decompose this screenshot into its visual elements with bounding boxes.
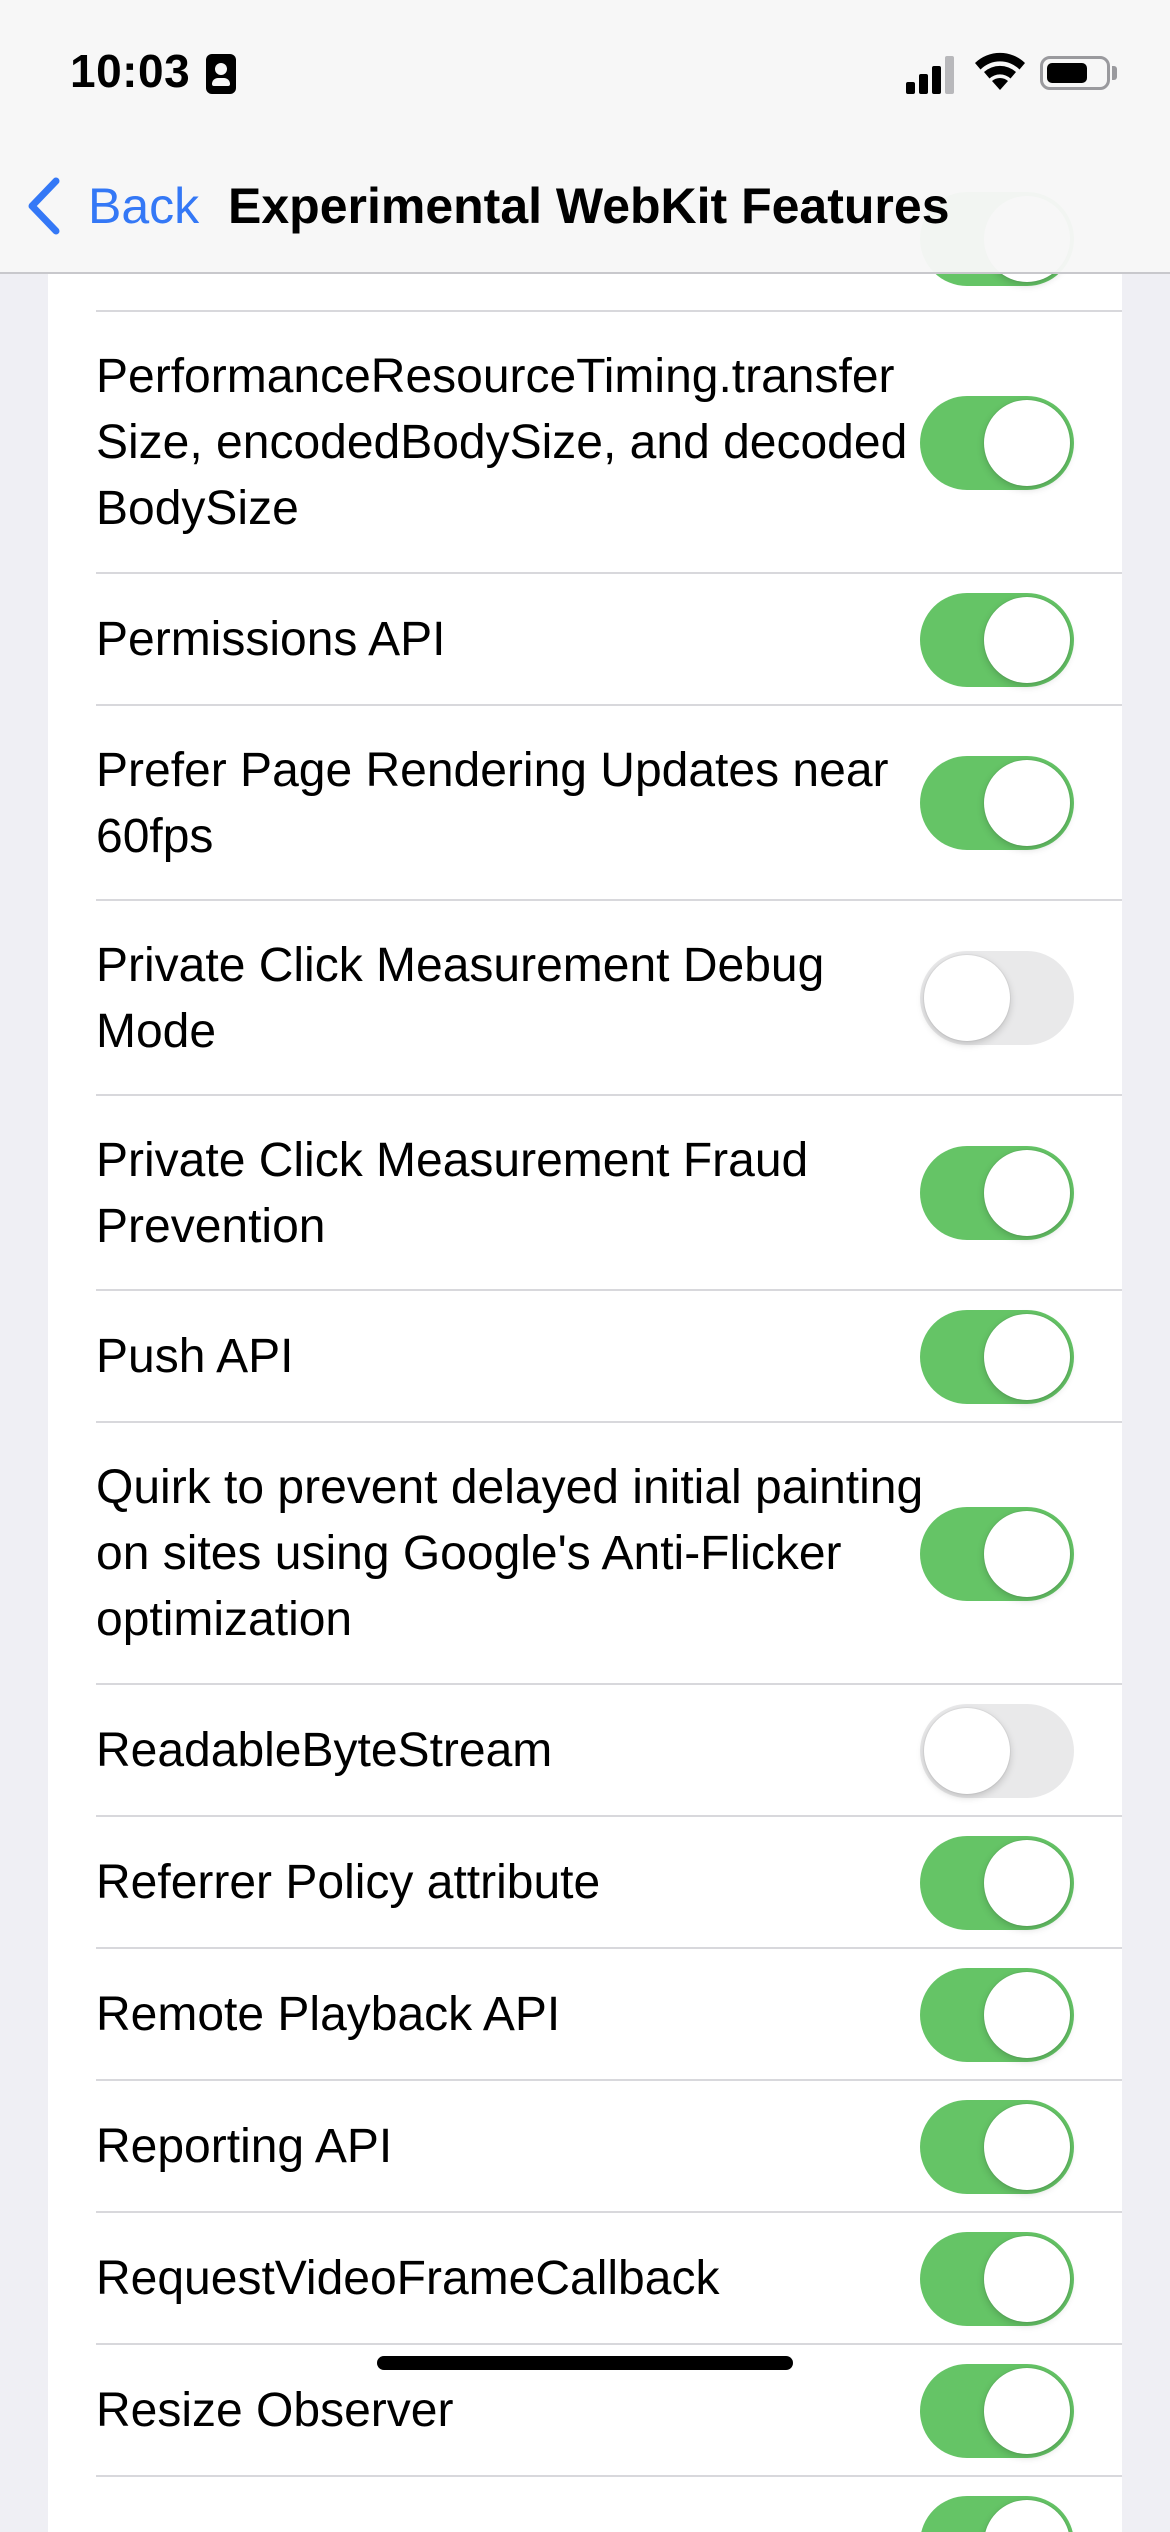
- setting-row[interactable]: [48, 2477, 1122, 2532]
- setting-row[interactable]: Reporting API: [48, 2081, 1122, 2213]
- toggle-knob: [984, 2500, 1070, 2532]
- contact-card-icon: [206, 54, 236, 94]
- setting-row[interactable]: Permissions API: [48, 574, 1122, 706]
- status-time: 10:03: [70, 45, 191, 97]
- setting-label: Reporting API: [96, 2120, 393, 2173]
- toggle-knob: [984, 1840, 1070, 1926]
- toggle-knob: [984, 2368, 1070, 2454]
- battery-level: [1047, 63, 1087, 83]
- toggle-knob: [984, 1314, 1070, 1400]
- setting-toggle[interactable]: [920, 1507, 1074, 1601]
- setting-label: Prefer Page Rendering Updates near 60fps: [96, 744, 889, 863]
- settings-list: PerformanceResourceTiming.transferSize, …: [48, 140, 1122, 2532]
- setting-toggle[interactable]: [920, 2364, 1074, 2458]
- setting-label: Push API: [96, 1330, 294, 1383]
- setting-toggle[interactable]: [920, 396, 1074, 490]
- setting-label: RequestVideoFrameCallback: [96, 2252, 720, 2305]
- setting-toggle[interactable]: [920, 951, 1074, 1045]
- setting-toggle[interactable]: [920, 1968, 1074, 2062]
- setting-row[interactable]: Private Click Measurement Debug Mode: [48, 901, 1122, 1096]
- setting-label: Private Click Measurement Debug Mode: [96, 939, 825, 1058]
- setting-label: PerformanceResourceTiming.transferSize, …: [96, 350, 908, 535]
- page-title: Experimental WebKit Features: [228, 178, 950, 234]
- setting-row[interactable]: Remote Playback API: [48, 1949, 1122, 2081]
- toggle-knob: [984, 1150, 1070, 1236]
- toggle-knob: [984, 2104, 1070, 2190]
- cellular-signal-icon: [906, 56, 956, 94]
- setting-label: ReadableByteStream: [96, 1724, 553, 1777]
- setting-toggle[interactable]: [920, 593, 1074, 687]
- home-indicator: [377, 2356, 793, 2370]
- toggle-knob: [984, 400, 1070, 486]
- setting-toggle[interactable]: [920, 2100, 1074, 2194]
- back-button[interactable]: Back: [26, 176, 199, 236]
- setting-row[interactable]: Prefer Page Rendering Updates near 60fps: [48, 706, 1122, 901]
- toggle-knob: [984, 597, 1070, 683]
- toggle-knob: [924, 955, 1010, 1041]
- back-label: Back: [88, 178, 200, 234]
- setting-row[interactable]: Quirk to prevent delayed initial paintin…: [48, 1423, 1122, 1685]
- chevron-left-icon: [28, 177, 60, 235]
- setting-toggle[interactable]: [920, 2232, 1074, 2326]
- setting-label: Permissions API: [96, 613, 446, 666]
- setting-toggle[interactable]: [920, 1704, 1074, 1798]
- navigation-bar: 10:03 Back Experimental WebKit Features: [0, 0, 1170, 274]
- toggle-knob: [924, 1708, 1010, 1794]
- setting-label: Remote Playback API: [96, 1988, 561, 2041]
- setting-label: Referrer Policy attribute: [96, 1856, 601, 1909]
- setting-row[interactable]: Private Click Measurement Fraud Preventi…: [48, 1096, 1122, 1291]
- setting-toggle[interactable]: [920, 1310, 1074, 1404]
- setting-toggle[interactable]: [920, 756, 1074, 850]
- toggle-knob: [984, 1972, 1070, 2058]
- battery-cap: [1112, 66, 1117, 80]
- setting-toggle[interactable]: [920, 2496, 1074, 2532]
- setting-label: Private Click Measurement Fraud Preventi…: [96, 1134, 809, 1253]
- setting-toggle[interactable]: [920, 1146, 1074, 1240]
- setting-label: Quirk to prevent delayed initial paintin…: [96, 1461, 924, 1646]
- setting-row[interactable]: Referrer Policy attribute: [48, 1817, 1122, 1949]
- setting-row[interactable]: PerformanceResourceTiming.transferSize, …: [48, 312, 1122, 574]
- toggle-knob: [984, 2236, 1070, 2322]
- wifi-icon: [975, 52, 1025, 90]
- setting-toggle[interactable]: [920, 1836, 1074, 1930]
- toggle-knob: [984, 760, 1070, 846]
- setting-row[interactable]: ReadableByteStream: [48, 1685, 1122, 1817]
- setting-label: Resize Observer: [96, 2384, 454, 2437]
- setting-row[interactable]: RequestVideoFrameCallback: [48, 2213, 1122, 2345]
- battery-icon: [1040, 56, 1110, 90]
- toggle-knob: [984, 1511, 1070, 1597]
- setting-row[interactable]: Push API: [48, 1291, 1122, 1423]
